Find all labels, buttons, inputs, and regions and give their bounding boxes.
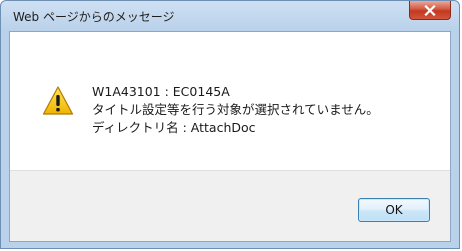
error-code-line: W1A43101 : EC0145A <box>92 84 230 99</box>
error-description-line: タイトル設定等を行う対象が選択されていません。 <box>92 102 379 117</box>
close-icon <box>424 4 436 16</box>
warning-icon <box>42 86 74 115</box>
title-bar[interactable]: Web ページからのメッセージ <box>1 1 459 31</box>
button-bar: OK <box>10 170 450 241</box>
dialog-title: Web ページからのメッセージ <box>13 10 175 24</box>
message-area: W1A43101 : EC0145A タイトル設定等を行う対象が選択されていませ… <box>10 32 450 170</box>
close-button[interactable] <box>409 1 451 20</box>
message-dialog: Web ページからのメッセージ W1A43101 : EC0145A タイトル設… <box>0 0 460 249</box>
dialog-body: W1A43101 : EC0145A タイトル設定等を行う対象が選択されていませ… <box>9 31 451 242</box>
message-text: W1A43101 : EC0145A タイトル設定等を行う対象が選択されていませ… <box>92 83 379 137</box>
directory-name-line: ディレクトリ名 : AttachDoc <box>92 120 256 135</box>
ok-button[interactable]: OK <box>358 198 430 222</box>
